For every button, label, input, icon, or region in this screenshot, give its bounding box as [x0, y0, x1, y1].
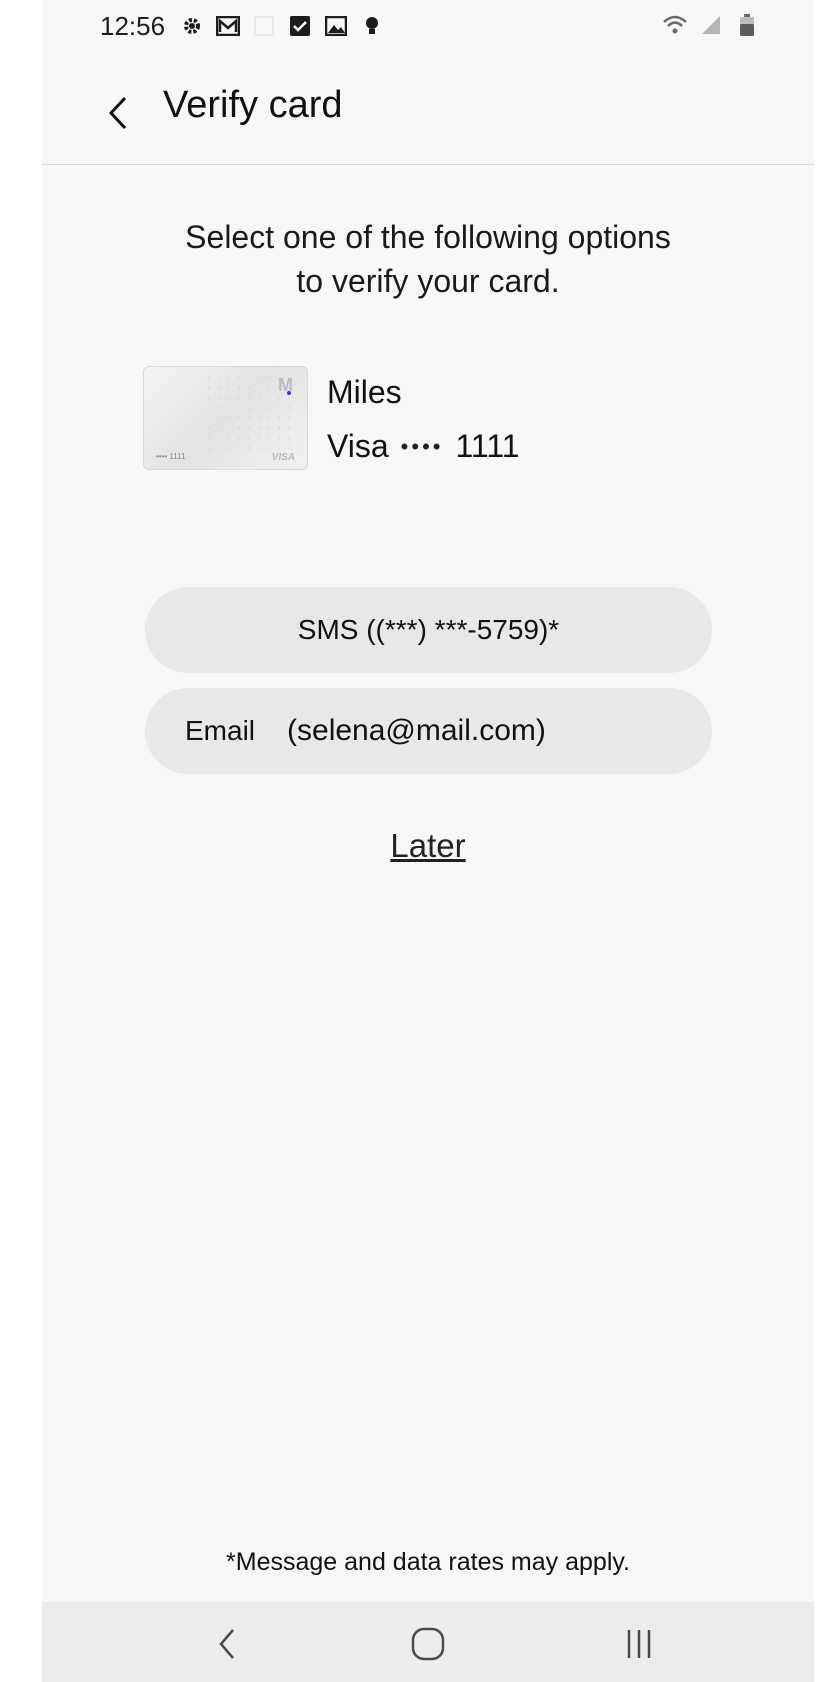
card-masked-dots: •••• — [400, 433, 444, 459]
back-button[interactable] — [98, 88, 138, 138]
sms-option-label: SMS ((***) ***-5759)* — [297, 614, 560, 645]
card-thumb-brand: VISA — [271, 452, 295, 463]
wifi-icon — [662, 12, 688, 38]
disclaimer-text: *Message and data rates may apply. — [226, 1548, 630, 1576]
card-number: Visa •••• 1111 — [327, 428, 520, 465]
instructions-line-1: Select one of the following options — [185, 219, 671, 255]
email-option-label: Email — [185, 715, 256, 746]
signal-icon — [698, 12, 724, 38]
notification-placeholder-icon — [251, 13, 277, 39]
later-link[interactable]: Later — [390, 827, 465, 864]
card-last4: 1111 — [455, 428, 520, 464]
nav-home-button[interactable] — [398, 1616, 458, 1672]
checkbox-icon — [287, 13, 313, 39]
sms-option-button[interactable]: SMS ((***) ***-5759)* — [145, 587, 712, 673]
card-image: M •••• 1111 VISA — [143, 366, 308, 470]
nav-home-icon — [411, 1627, 445, 1661]
gear-icon — [179, 13, 205, 39]
nav-back-icon — [219, 1629, 234, 1659]
battery-icon — [734, 12, 760, 38]
image-icon — [323, 13, 349, 39]
navigation-bar — [42, 1602, 814, 1682]
status-bar: 12:56 — [100, 8, 770, 44]
app-header: Verify card — [42, 60, 814, 165]
status-right-group — [662, 12, 770, 38]
instructions-line-2: to verify your card. — [296, 263, 560, 299]
instructions-text: Select one of the following options to v… — [42, 215, 814, 303]
card-thumb-number: •••• 1111 — [156, 452, 186, 461]
page-title: Verify card — [163, 84, 343, 126]
bulb-icon — [359, 13, 385, 39]
status-time: 12:56 — [100, 10, 166, 41]
card-name: Miles — [327, 374, 402, 410]
card-accent-dot — [287, 391, 291, 395]
nav-back-button[interactable] — [197, 1616, 257, 1672]
chevron-left-icon — [108, 96, 127, 130]
nav-recent-icon — [627, 1630, 651, 1658]
card-network: Visa — [327, 428, 389, 464]
later-link-container: Later — [42, 827, 814, 865]
email-option-value: (selena@mail.com) — [287, 714, 546, 747]
nav-recent-button[interactable] — [609, 1616, 669, 1672]
email-option-button[interactable]: Email (selena@mail.com) — [145, 688, 712, 774]
mail-icon — [215, 13, 241, 39]
